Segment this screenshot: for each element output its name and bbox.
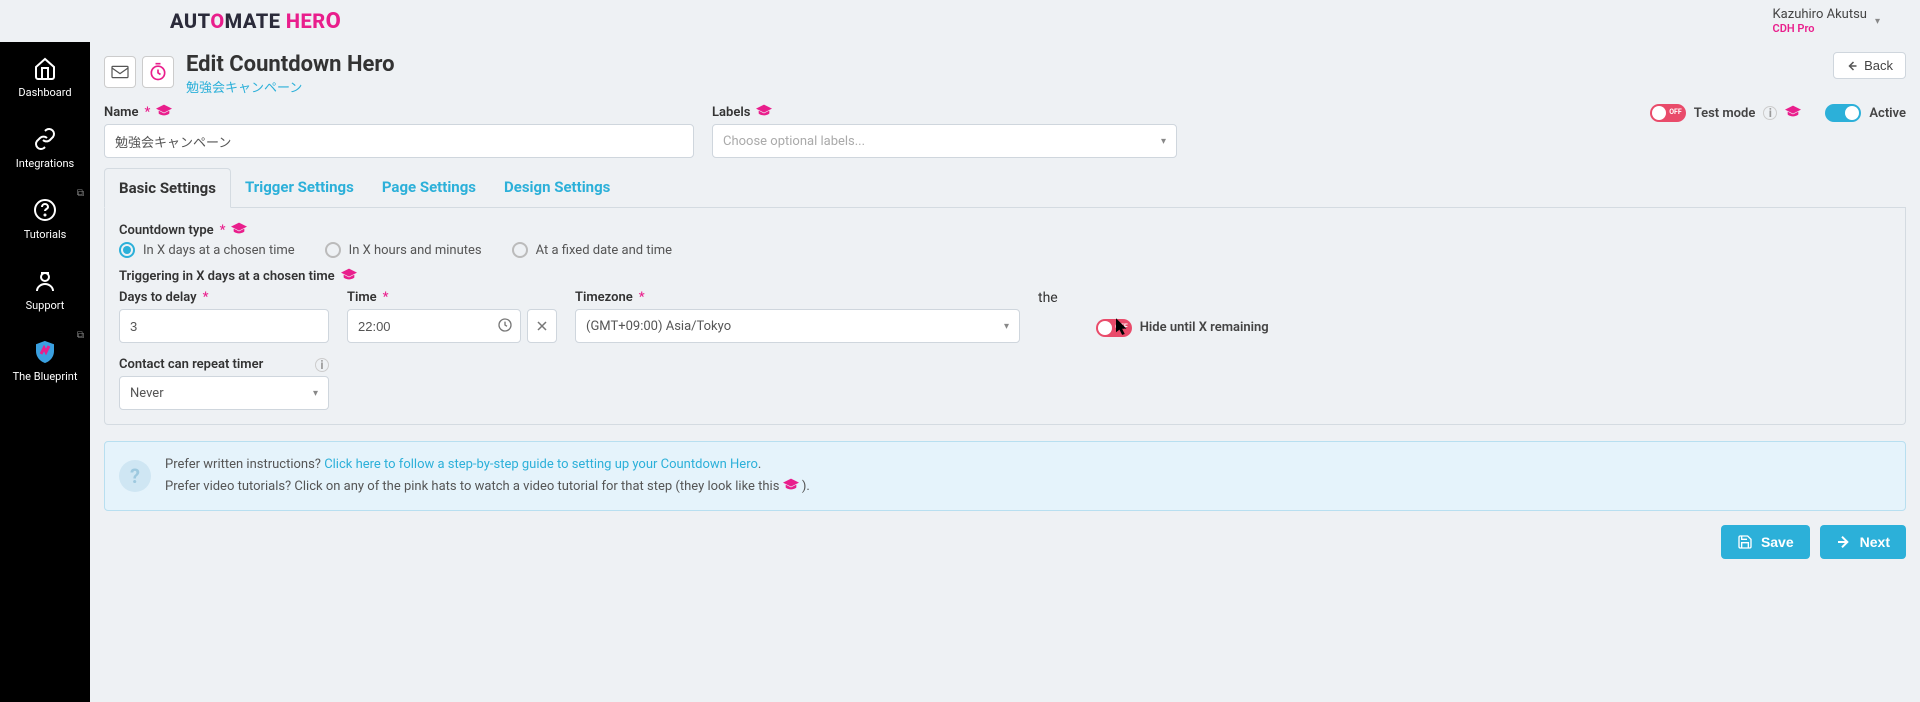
- test-mode-toggle[interactable]: OFF: [1650, 104, 1686, 122]
- external-icon: ⧉: [77, 188, 84, 199]
- sidebar-item-integrations[interactable]: Integrations: [0, 113, 90, 184]
- back-button[interactable]: Back: [1833, 52, 1906, 79]
- tab-page-settings[interactable]: Page Settings: [368, 168, 490, 207]
- days-input[interactable]: [119, 309, 329, 343]
- link-icon: [31, 127, 59, 151]
- info-icon[interactable]: i: [1763, 106, 1777, 120]
- chevron-down-icon: ▾: [1875, 16, 1880, 27]
- user-menu[interactable]: Kazuhiro Akutsu CDH Pro ▾: [1773, 7, 1900, 35]
- question-icon: ?: [119, 460, 151, 492]
- name-label: Name*: [104, 104, 694, 120]
- countdown-type-label: Countdown type*: [119, 222, 1891, 238]
- page-subtitle: 勉強会キャンペーン: [186, 77, 1821, 96]
- arrow-right-icon: [1836, 534, 1852, 550]
- sidebar-item-support[interactable]: Support: [0, 255, 90, 326]
- clock-icon[interactable]: [497, 317, 513, 337]
- days-label: Days to delay*: [119, 290, 329, 305]
- chevron-down-icon: ▾: [313, 388, 318, 399]
- tutorial-hat-icon[interactable]: [1785, 105, 1801, 121]
- timezone-select[interactable]: (GMT+09:00) Asia/Tokyo ▾: [575, 309, 1020, 343]
- repeat-label: Contact can repeat timer i: [119, 357, 329, 372]
- page-title: Edit Countdown Hero: [186, 52, 1821, 77]
- save-icon: [1737, 534, 1753, 550]
- sidebar-item-dashboard[interactable]: Dashboard: [0, 42, 90, 113]
- triggering-heading: Triggering in X days at a chosen time: [119, 268, 1891, 284]
- timer-icon: [142, 56, 174, 88]
- radio-fixed-date[interactable]: At a fixed date and time: [512, 242, 672, 258]
- sidebar-item-blueprint[interactable]: ⧉ The Blueprint: [0, 326, 90, 397]
- chevron-down-icon: ▾: [1004, 321, 1009, 332]
- info-icon[interactable]: i: [315, 358, 329, 372]
- user-role: CDH Pro: [1773, 22, 1867, 35]
- shield-icon: [31, 340, 59, 364]
- clear-time-button[interactable]: [527, 309, 557, 343]
- tutorial-hat-icon[interactable]: [756, 104, 772, 120]
- hide-until-label: Hide until X remaining: [1140, 320, 1269, 335]
- tab-trigger-settings[interactable]: Trigger Settings: [231, 168, 368, 207]
- time-input[interactable]: [347, 309, 521, 343]
- support-icon: [31, 269, 59, 293]
- home-icon: [31, 56, 59, 80]
- tutorial-hat-icon[interactable]: [156, 104, 172, 120]
- labels-label: Labels: [712, 104, 1177, 120]
- sidebar: Dashboard Integrations ⧉ Tutorials Suppo…: [0, 42, 90, 702]
- tabs: Basic Settings Trigger Settings Page Set…: [104, 168, 1906, 208]
- arrow-left-icon: [1846, 60, 1858, 72]
- name-input[interactable]: [104, 124, 694, 158]
- external-icon: ⧉: [77, 330, 84, 341]
- close-icon: [536, 320, 548, 332]
- question-icon: [31, 198, 59, 222]
- mail-icon: [104, 56, 136, 88]
- user-name: Kazuhiro Akutsu: [1773, 7, 1867, 22]
- active-toggle[interactable]: [1825, 104, 1861, 122]
- tutorial-hat-icon: [783, 479, 802, 494]
- cursor-icon: [1116, 318, 1130, 336]
- active-label: Active: [1869, 106, 1906, 121]
- brand-logo: AUTOMATE HERO: [170, 9, 341, 34]
- tutorial-hat-icon[interactable]: [341, 268, 357, 284]
- chevron-down-icon: ▾: [1161, 136, 1166, 147]
- timezone-label: Timezone*: [575, 290, 1020, 305]
- time-label: Time*: [347, 290, 557, 305]
- next-button[interactable]: Next: [1820, 525, 1906, 559]
- tab-basic-settings[interactable]: Basic Settings: [104, 168, 231, 208]
- sidebar-item-tutorials[interactable]: ⧉ Tutorials: [0, 184, 90, 255]
- labels-select[interactable]: Choose optional labels... ▾: [712, 124, 1177, 158]
- tab-design-settings[interactable]: Design Settings: [490, 168, 624, 207]
- radio-x-days[interactable]: In X days at a chosen time: [119, 242, 295, 258]
- test-mode-label: Test mode: [1694, 106, 1756, 121]
- tutorial-hat-icon[interactable]: [231, 222, 247, 238]
- save-button[interactable]: Save: [1721, 525, 1810, 559]
- radio-x-hours[interactable]: In X hours and minutes: [325, 242, 482, 258]
- help-box: ? Prefer written instructions? Click her…: [104, 441, 1906, 511]
- repeat-select[interactable]: Never ▾: [119, 376, 329, 410]
- help-guide-link[interactable]: Click here to follow a step-by-step guid…: [324, 457, 758, 472]
